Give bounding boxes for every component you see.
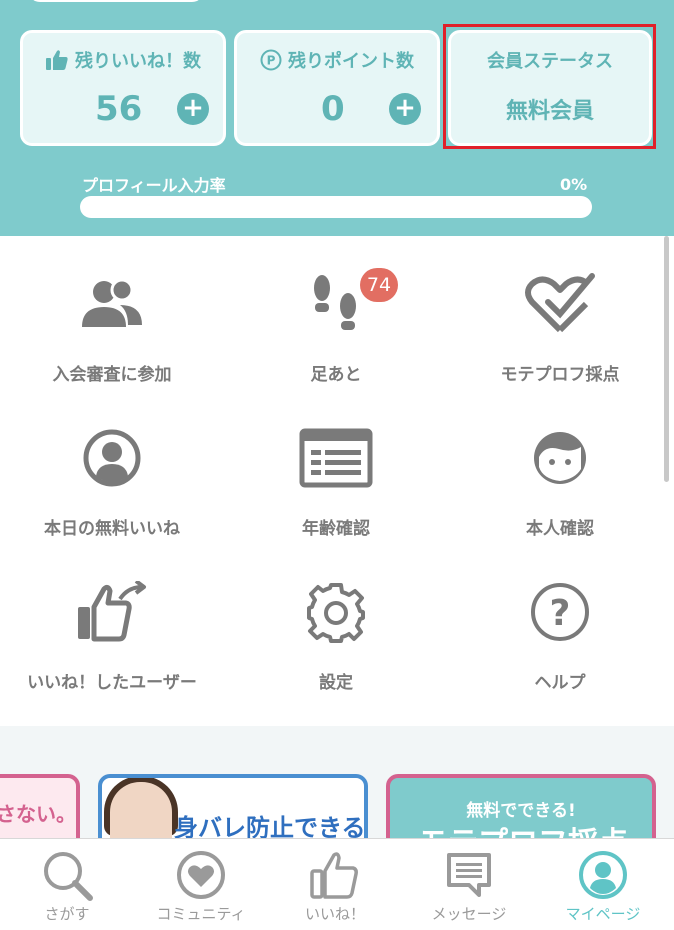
- menu-label: 本日の無料いいね: [44, 519, 180, 539]
- user-circle-icon: [72, 418, 152, 498]
- nav-community[interactable]: コミュニティ: [134, 839, 268, 930]
- point-coin-glyph: P: [267, 54, 276, 68]
- help-circle-icon: ?: [520, 572, 600, 652]
- nav-label: マイページ: [565, 905, 641, 923]
- menu-item-liked-users[interactable]: いいね！したユーザー: [0, 572, 224, 712]
- nav-label: コミュニティ: [156, 905, 246, 923]
- users-icon: [72, 264, 152, 344]
- highlight-frame: [443, 24, 656, 149]
- banner-card[interactable]: 無料でできる! モテプロフ採点: [386, 774, 656, 838]
- add-likes-button[interactable]: +: [177, 93, 209, 125]
- profile-completion-label: プロフィール入力率: [82, 176, 226, 195]
- remaining-points-title: P 残りポイント数: [237, 47, 437, 73]
- point-coin-icon: P: [260, 49, 282, 71]
- add-points-button[interactable]: +: [389, 93, 421, 125]
- nav-mypage[interactable]: マイページ: [536, 839, 670, 930]
- menu-label: 足あと: [310, 365, 362, 385]
- remaining-likes-value: 56: [95, 89, 143, 129]
- remaining-points-card[interactable]: P 残りポイント数 0 +: [234, 30, 440, 146]
- menu-item-join-review[interactable]: 入会審査に参加: [0, 264, 224, 404]
- menu-item-help[interactable]: ? ヘルプ: [448, 572, 672, 712]
- profile-progress-bar: [80, 196, 592, 218]
- bottom-navigation: さがす コミュニティ いいね！ メッセージ マイページ: [0, 838, 674, 930]
- id-card-icon: [296, 418, 376, 498]
- banner-carousel[interactable]: さない。 身バレ防止できる! 無料でできる! モテプロフ採点: [0, 726, 674, 838]
- top-tab-pill[interactable]: [28, 0, 204, 2]
- nav-label: メッセージ: [431, 905, 507, 923]
- message-icon: [441, 847, 497, 903]
- heart-circle-icon: [173, 847, 229, 903]
- menu-item-footprints[interactable]: 74 足あと: [224, 264, 448, 404]
- face-icon: [520, 418, 600, 498]
- banner-text: さない。: [0, 802, 76, 826]
- remaining-likes-card[interactable]: 残りいいね！数 56 +: [20, 30, 226, 146]
- remaining-likes-title: 残りいいね！数: [23, 47, 223, 73]
- menu-item-identity-verification[interactable]: 本人確認: [448, 418, 672, 558]
- banner-card[interactable]: さない。: [0, 774, 80, 838]
- nav-messages[interactable]: メッセージ: [402, 839, 536, 930]
- nav-search[interactable]: さがす: [0, 839, 134, 930]
- menu-label: 設定: [319, 673, 353, 693]
- like-share-icon: [72, 572, 152, 652]
- thumbs-up-icon: [307, 847, 363, 903]
- help-glyph: ?: [550, 593, 571, 634]
- menu-label: ヘルプ: [534, 673, 586, 693]
- menu-label: モテプロフ採点: [500, 365, 620, 385]
- banner-text: モテプロフ採点: [418, 818, 628, 838]
- remaining-points-value: 0: [321, 89, 345, 129]
- remaining-points-label: 残りポイント数: [288, 51, 414, 72]
- menu-label: いいね！したユーザー: [27, 673, 197, 693]
- remaining-likes-label: 残りいいね！数: [75, 51, 201, 72]
- menu-item-profile-score[interactable]: モテプロフ採点: [448, 264, 672, 404]
- menu-label: 入会審査に参加: [52, 365, 172, 385]
- nav-label: さがす: [44, 905, 90, 923]
- search-icon: [39, 847, 95, 903]
- banner-card[interactable]: 身バレ防止できる!: [98, 774, 368, 838]
- mypage-icon: [575, 847, 631, 903]
- menu-label: 本人確認: [526, 519, 594, 539]
- menu-item-settings[interactable]: 設定: [224, 572, 448, 712]
- footprints-count-badge: 74: [360, 268, 398, 302]
- menu-item-age-verification[interactable]: 年齢確認: [224, 418, 448, 558]
- nav-label: いいね！: [304, 905, 365, 923]
- thumbs-up-icon: [46, 50, 68, 70]
- profile-completion-percent: 0%: [560, 175, 588, 194]
- banner-photo: [110, 782, 172, 838]
- mypage-header: 残りいいね！数 56 + P 残りポイント数 0 + 会員ステータス 無料会員 …: [0, 0, 674, 236]
- menu-label: 年齢確認: [302, 519, 370, 539]
- gear-icon: [296, 572, 376, 652]
- heart-check-icon: [520, 264, 600, 344]
- scrollbar[interactable]: [664, 236, 669, 482]
- nav-likes[interactable]: いいね！: [268, 839, 402, 930]
- menu-item-free-likes[interactable]: 本日の無料いいね: [0, 418, 224, 558]
- banner-text: 身バレ防止できる!: [174, 814, 368, 838]
